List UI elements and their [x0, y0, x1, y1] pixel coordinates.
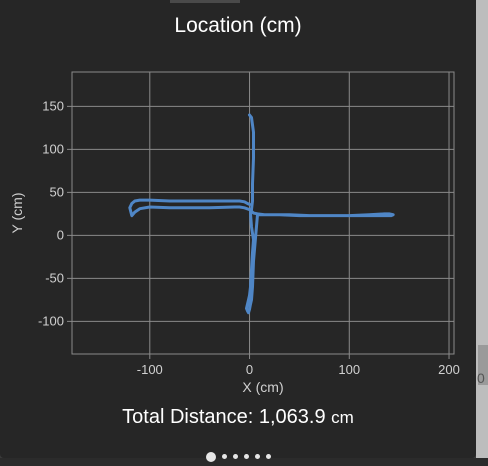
page-dot[interactable]	[254, 454, 260, 460]
location-chart: -100 0 100 200 150 100 50 0 -50 -100 X (cm) Y (cm…	[9, 71, 460, 395]
x-tick-label: 200	[438, 362, 460, 377]
card-title: Location (cm)	[174, 14, 302, 37]
page-dot[interactable]	[205, 451, 216, 462]
x-tick-label: -100	[137, 362, 163, 377]
page-dot[interactable]	[265, 454, 271, 460]
next-card-peek-text: 0	[477, 370, 485, 386]
y-tick-label: -100	[38, 313, 64, 328]
y-tick-label: 150	[42, 98, 64, 113]
page-dot[interactable]	[232, 454, 238, 460]
y-tick-label: -50	[45, 270, 64, 285]
total-distance: Total Distance: 1,063.9 cm	[0, 406, 476, 429]
y-axis-label: Y (cm)	[9, 193, 25, 234]
chart-ticks: -100 0 100 200 150 100 50 0 -50 -100	[38, 98, 460, 377]
location-path-line	[128, 113, 395, 315]
y-tick-label: 100	[42, 141, 64, 156]
total-distance-unit: cm	[331, 408, 354, 427]
page-dot[interactable]	[221, 454, 227, 460]
page-indicator[interactable]	[0, 448, 476, 462]
plot-frame	[71, 71, 455, 355]
chart-series	[128, 113, 395, 315]
x-tick-label: 0	[246, 362, 253, 377]
x-axis-label: X (cm)	[242, 379, 283, 395]
card-top-sliver	[170, 0, 240, 3]
page-dot[interactable]	[243, 454, 249, 460]
location-card: Location (cm) -100 0 100 200 150 100 50 0 -50 -10…	[0, 0, 476, 462]
y-tick-label: 0	[57, 227, 64, 242]
next-card-peek[interactable]: 0	[476, 0, 488, 458]
total-distance-label: Total Distance: 1,063.9	[122, 406, 326, 428]
y-tick-label: 50	[50, 184, 64, 199]
x-tick-label: 100	[338, 362, 360, 377]
